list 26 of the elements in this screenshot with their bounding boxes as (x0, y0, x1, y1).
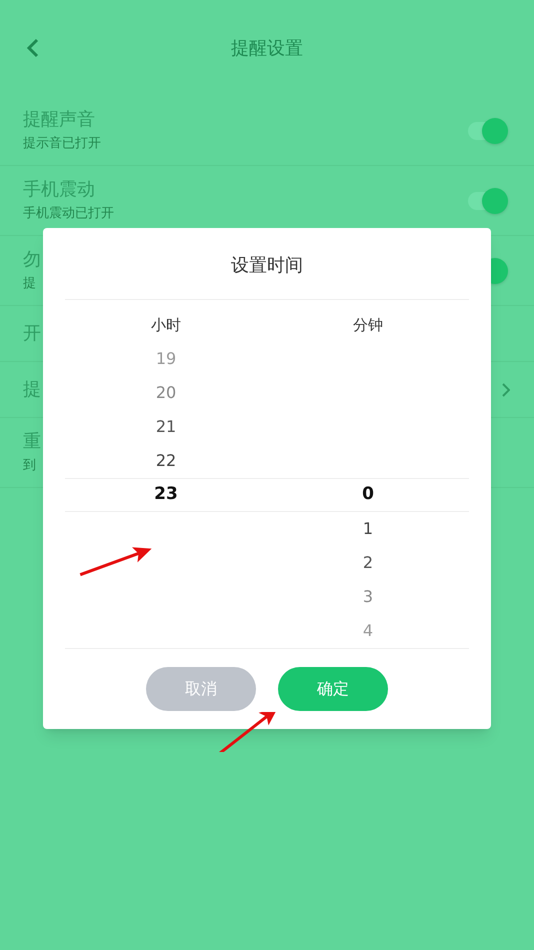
setting-subtitle: 到 (23, 457, 37, 475)
setting-title: 提醒声音 (23, 108, 96, 132)
toggle-switch[interactable] (466, 188, 508, 214)
picker-value[interactable]: 23 (154, 482, 178, 508)
setting-subtitle: 手机震动已打开 (23, 205, 114, 223)
setting-title: 提 (23, 378, 41, 402)
setting-title: 重 (23, 430, 41, 454)
back-icon[interactable] (26, 38, 40, 58)
toggle-switch[interactable] (466, 118, 508, 144)
picker-value[interactable]: 3 (362, 585, 374, 609)
setting-title: 开 (23, 322, 41, 346)
picker-value[interactable]: 2 (362, 551, 374, 575)
picker-value[interactable]: 20 (156, 381, 176, 405)
picker-value[interactable]: 1 (362, 517, 374, 541)
page-title: 提醒设置 (231, 36, 303, 60)
setting-subtitle: 提 (23, 275, 37, 293)
column-label: 分钟 (353, 315, 383, 336)
picker-value[interactable]: 22 (156, 449, 176, 473)
column-label: 小时 (151, 315, 181, 336)
dialog-title: 设置时间 (231, 254, 303, 278)
setting-title: 勿 (23, 248, 41, 272)
setting-subtitle: 提示音已打开 (23, 135, 101, 153)
picker-value[interactable]: 0 (362, 482, 374, 508)
setting-title: 手机震动 (23, 178, 96, 202)
picker-value[interactable]: 21 (156, 415, 176, 439)
chevron-right-icon (502, 382, 510, 396)
